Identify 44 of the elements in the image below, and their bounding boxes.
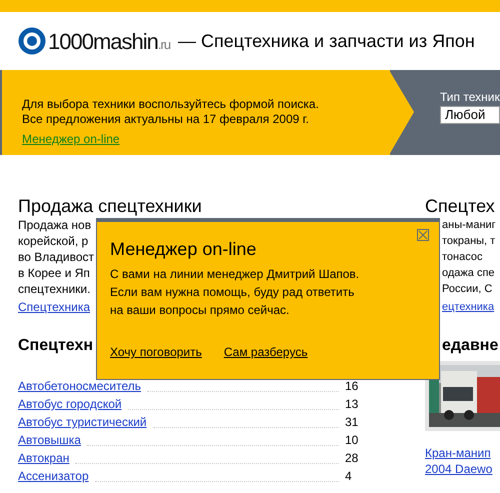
paragraph-text: во Владивост (18, 249, 94, 265)
logo-icon (18, 27, 46, 55)
close-icon[interactable] (417, 229, 429, 241)
listing-link[interactable]: Кран-манип (425, 445, 500, 461)
count-text: 4 (345, 468, 353, 485)
category-link[interactable]: Автобетоносмеситель (18, 377, 142, 395)
paragraph-text: спецтехники. (18, 281, 90, 297)
paragraph-text: корейской, р (18, 233, 88, 249)
section-heading: Продажа спецтехники (18, 195, 203, 217)
logo-text[interactable]: 1000mashin.ru (48, 24, 170, 58)
listing-link[interactable]: 2004 Daewo (425, 461, 500, 477)
count-text: 10 (345, 432, 360, 449)
search-label: Тип техник (440, 89, 500, 106)
popup-link[interactable]: Хочу поговорить (110, 343, 202, 361)
popup-text: на ваши вопросы прямо сейчас. (110, 302, 290, 319)
category-link[interactable]: Автобус туристический (18, 413, 147, 431)
category-link[interactable]: Автобус городской (18, 395, 122, 413)
count-text: 28 (345, 450, 360, 467)
paragraph-text: тонасос (442, 250, 482, 265)
type-select[interactable]: Любой (440, 106, 500, 124)
popup-link[interactable]: Сам разберусь (224, 343, 308, 361)
section-heading: Спецтехн (18, 336, 94, 356)
category-link[interactable]: Ассенизатор (18, 467, 89, 485)
paragraph-text: аны-маниг (442, 218, 496, 233)
count-text: 16 (345, 378, 360, 395)
banner-text: Для выбора техники воспользуйтесь формой поиска. (22, 97, 320, 112)
section-heading: Спецтех (425, 195, 496, 217)
banner-text: Все предложения актуальны на 17 февраля 2009 г. (22, 112, 310, 127)
popup-text: Если вам нужна помощь, буду рад ответить (110, 284, 356, 301)
popup-text: С вами на линии менеджер Дмитрий Шапов. (110, 266, 360, 283)
popup-title: Менеджер on-line (110, 238, 258, 261)
count-text: 31 (345, 414, 360, 431)
paragraph-text: Продажа нов (18, 217, 92, 233)
category-link[interactable]: Автокран (18, 449, 70, 467)
paragraph-text: токраны, т (442, 234, 496, 249)
section-heading: едавне (442, 336, 498, 356)
category-link[interactable]: Спецтехника (18, 299, 90, 315)
paragraph-text: в Корее и Яп (18, 265, 90, 281)
category-link[interactable]: ецтехника (442, 299, 494, 315)
count-text: 13 (345, 396, 360, 413)
site-title: — Спецтехника и запчасти из Япон (178, 30, 475, 53)
category-link[interactable]: Автовышка (18, 431, 81, 449)
paragraph-text: России, С (442, 282, 492, 297)
paragraph-text: одажа спе (442, 266, 495, 281)
